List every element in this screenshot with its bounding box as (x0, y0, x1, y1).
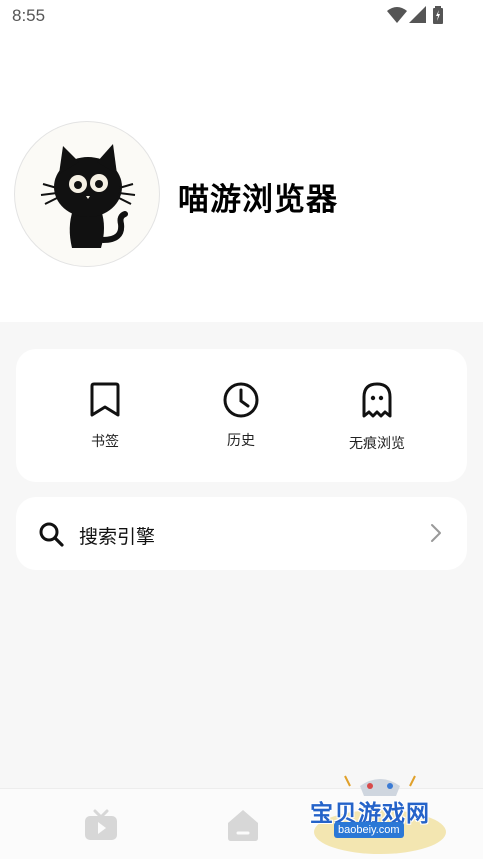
app-name: 喵游浏览器 (178, 182, 338, 218)
black-cat-avatar (40, 144, 136, 248)
search-icon (39, 522, 64, 547)
watermark-url: baobeiy.com (334, 822, 404, 838)
signal-icon (409, 6, 426, 23)
status-time: 8:55 (12, 6, 46, 25)
home-icon[interactable] (225, 807, 261, 843)
incognito-button[interactable]: 无痕浏览 (302, 349, 452, 482)
status-icons (387, 6, 447, 26)
search-engine-label: 搜索引擎 (79, 526, 156, 548)
incognito-label: 无痕浏览 (349, 436, 405, 452)
quick-actions-card: 书签 历史 无痕浏览 (16, 349, 467, 482)
chevron-right-icon (431, 524, 441, 542)
search-engine-setting[interactable]: 搜索引擎 (16, 497, 467, 570)
ghost-icon (362, 382, 392, 418)
bookmarks-button[interactable]: 书签 (30, 349, 180, 482)
wifi-icon (387, 7, 407, 23)
app-avatar (14, 121, 160, 267)
status-bar: 8:55 (0, 0, 483, 32)
history-button[interactable]: 历史 (166, 349, 316, 482)
bookmark-icon (90, 382, 120, 417)
tv-icon[interactable] (83, 807, 119, 843)
bookmarks-label: 书签 (91, 434, 119, 450)
clock-icon (223, 382, 259, 418)
watermark: 宝贝游戏网 baobeiy.com (300, 764, 460, 859)
history-label: 历史 (227, 433, 255, 449)
battery-icon (433, 6, 443, 24)
